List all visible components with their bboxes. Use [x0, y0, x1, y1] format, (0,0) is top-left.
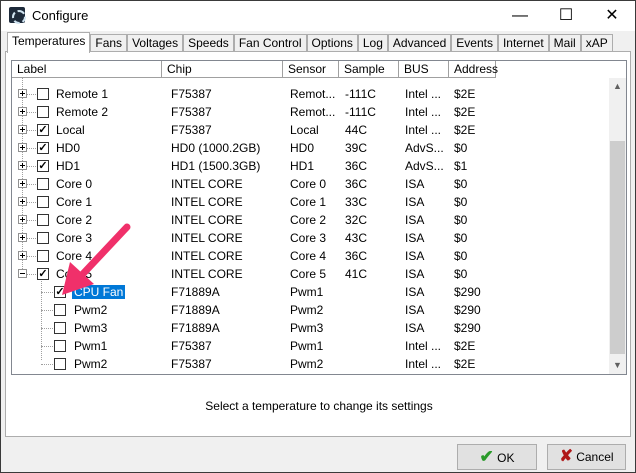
column-header-bus[interactable]: BUS	[399, 61, 449, 78]
tab-temperatures[interactable]: Temperatures	[7, 32, 91, 53]
column-header-sample[interactable]: Sample	[339, 61, 399, 78]
column-header-chip[interactable]: Chip	[162, 61, 283, 78]
list-header: Label Chip Sensor Sample BUS Address	[12, 61, 498, 78]
column-header-address[interactable]: Address	[449, 61, 498, 78]
column-header-sensor[interactable]: Sensor	[283, 61, 339, 78]
column-header-label[interactable]: Label	[12, 61, 162, 78]
